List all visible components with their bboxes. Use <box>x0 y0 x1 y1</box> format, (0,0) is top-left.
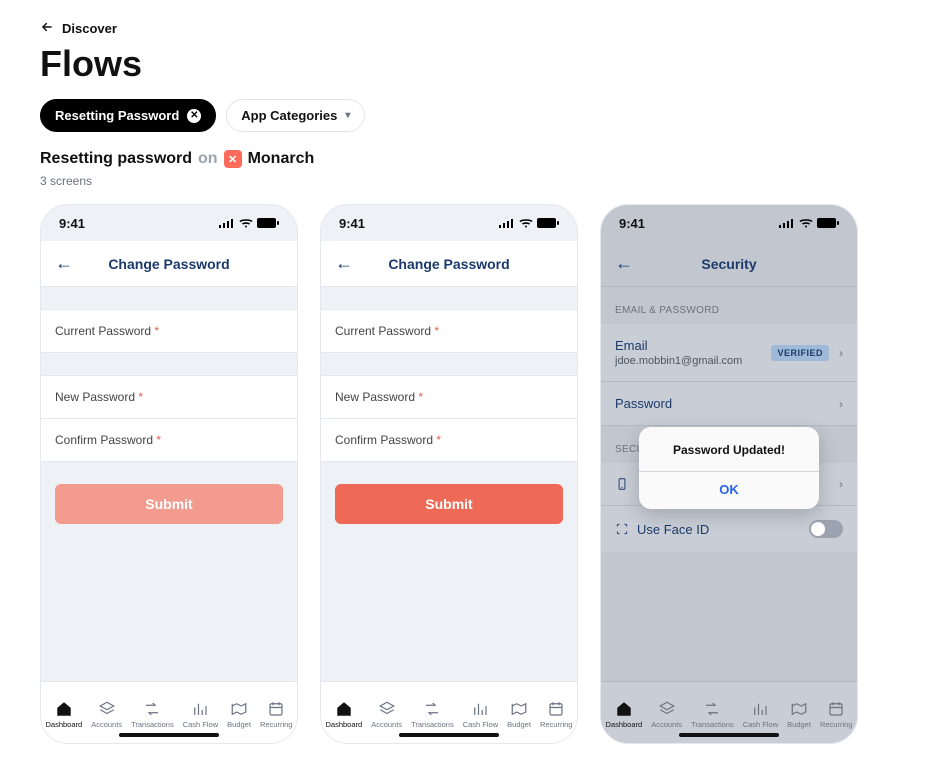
tab-budget[interactable]: Budget <box>787 700 811 729</box>
tab-dashboard[interactable]: Dashboard <box>326 700 363 729</box>
tab-budget[interactable]: Budget <box>227 700 251 729</box>
screens-row: 9:41 ← Change Password Current Password … <box>40 204 901 744</box>
confirm-password-field[interactable]: Confirm Password * <box>321 419 577 462</box>
tab-transactions[interactable]: Transactions <box>411 700 454 729</box>
screen-1[interactable]: 9:41 ← Change Password Current Password … <box>40 204 298 744</box>
faceid-icon <box>615 522 629 536</box>
email-row[interactable]: Email jdoe.mobbin1@gmail.com VERIFIED › <box>601 324 857 382</box>
screen-3[interactable]: 9:41 ← Security EMAIL & PASSWORD Email j… <box>600 204 858 744</box>
device-icon <box>615 477 629 491</box>
tab-accounts[interactable]: Accounts <box>371 700 402 729</box>
subtitle-app-name: Monarch <box>248 150 315 168</box>
chevron-right-icon: › <box>839 477 843 491</box>
battery-icon <box>537 218 559 228</box>
nav-header: ← Security <box>601 241 857 287</box>
new-password-field[interactable]: New Password * <box>321 375 577 419</box>
password-updated-modal: Password Updated! OK <box>639 427 819 509</box>
tab-recurring[interactable]: Recurring <box>820 700 853 729</box>
status-bar: 9:41 <box>601 205 857 241</box>
required-asterisk: * <box>135 390 143 404</box>
nav-title: Security <box>601 256 857 272</box>
filter-chips: Resetting Password ✕ App Categories ▾ <box>40 99 901 132</box>
subtitle: Resetting password on ✕ Monarch <box>40 150 901 168</box>
close-icon[interactable]: ✕ <box>187 109 201 123</box>
tab-dashboard[interactable]: Dashboard <box>606 700 643 729</box>
modal-ok-button[interactable]: OK <box>639 472 819 509</box>
screen-2[interactable]: 9:41 ← Change Password Current Password … <box>320 204 578 744</box>
phone-body: Current Password * New Password * Confir… <box>321 287 577 681</box>
nav-title: Change Password <box>321 256 577 272</box>
cellular-signal-icon <box>779 218 795 228</box>
wifi-icon <box>519 218 533 228</box>
wifi-icon <box>799 218 813 228</box>
back-arrow-icon <box>40 20 54 37</box>
status-bar: 9:41 <box>41 205 297 241</box>
nav-back-button[interactable]: ← <box>55 253 73 274</box>
submit-button[interactable]: Submit <box>335 484 563 524</box>
section-label-email-password: EMAIL & PASSWORD <box>601 287 857 324</box>
subtitle-prefix: Resetting password <box>40 150 192 168</box>
status-time: 9:41 <box>339 216 365 231</box>
tab-transactions[interactable]: Transactions <box>131 700 174 729</box>
required-asterisk: * <box>151 324 159 338</box>
status-time: 9:41 <box>59 216 85 231</box>
cellular-signal-icon <box>219 218 235 228</box>
app-logo-icon: ✕ <box>224 150 242 168</box>
back-link-label: Discover <box>62 21 117 36</box>
battery-icon <box>257 218 279 228</box>
status-bar: 9:41 <box>321 205 577 241</box>
email-label: Email <box>615 338 742 353</box>
nav-back-button[interactable]: ← <box>615 253 633 274</box>
app-categories-chip[interactable]: App Categories ▾ <box>226 99 365 132</box>
faceid-toggle[interactable] <box>809 520 843 538</box>
flow-chip[interactable]: Resetting Password ✕ <box>40 99 216 132</box>
tab-recurring[interactable]: Recurring <box>260 700 293 729</box>
required-asterisk: * <box>153 433 161 447</box>
confirm-password-field[interactable]: Confirm Password * <box>41 419 297 462</box>
phone-body: EMAIL & PASSWORD Email jdoe.mobbin1@gmai… <box>601 287 857 681</box>
cellular-signal-icon <box>499 218 515 228</box>
submit-button[interactable]: Submit <box>55 484 283 524</box>
faceid-label: Use Face ID <box>637 522 709 537</box>
current-password-field[interactable]: Current Password * <box>321 309 577 353</box>
tab-cashflow[interactable]: Cash Flow <box>743 700 778 729</box>
back-to-discover-link[interactable]: Discover <box>40 20 901 37</box>
wifi-icon <box>239 218 253 228</box>
password-label: Password <box>615 396 672 411</box>
new-password-field[interactable]: New Password * <box>41 375 297 419</box>
tab-dashboard[interactable]: Dashboard <box>46 700 83 729</box>
tab-accounts[interactable]: Accounts <box>651 700 682 729</box>
nav-header: ← Change Password <box>321 241 577 287</box>
nav-title: Change Password <box>41 256 297 272</box>
tab-cashflow[interactable]: Cash Flow <box>463 700 498 729</box>
chevron-right-icon: › <box>839 397 843 411</box>
chevron-right-icon: › <box>839 346 843 360</box>
email-value: jdoe.mobbin1@gmail.com <box>615 355 742 367</box>
page-title: Flows <box>40 43 901 85</box>
battery-icon <box>817 218 839 228</box>
screens-count: 3 screens <box>40 174 901 188</box>
home-indicator <box>679 733 779 737</box>
subtitle-on: on <box>198 150 218 168</box>
modal-title: Password Updated! <box>639 427 819 471</box>
status-time: 9:41 <box>619 216 645 231</box>
nav-header: ← Change Password <box>41 241 297 287</box>
tab-budget[interactable]: Budget <box>507 700 531 729</box>
home-indicator <box>119 733 219 737</box>
tab-recurring[interactable]: Recurring <box>540 700 573 729</box>
faceid-row[interactable]: Use Face ID <box>601 506 857 552</box>
tab-cashflow[interactable]: Cash Flow <box>183 700 218 729</box>
password-row[interactable]: Password › <box>601 382 857 426</box>
current-password-field[interactable]: Current Password * <box>41 309 297 353</box>
verified-badge: VERIFIED <box>771 345 829 361</box>
app-categories-chip-label: App Categories <box>241 108 337 123</box>
tab-transactions[interactable]: Transactions <box>691 700 734 729</box>
nav-back-button[interactable]: ← <box>335 253 353 274</box>
flow-chip-label: Resetting Password <box>55 108 179 123</box>
phone-body: Current Password * New Password * Confir… <box>41 287 297 681</box>
tab-accounts[interactable]: Accounts <box>91 700 122 729</box>
home-indicator <box>399 733 499 737</box>
chevron-down-icon: ▾ <box>345 110 350 121</box>
